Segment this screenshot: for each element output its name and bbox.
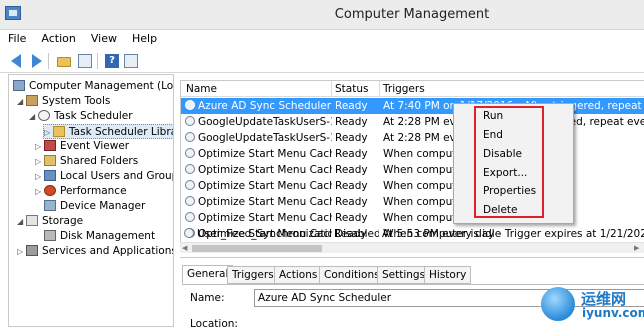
table-row[interactable]: GoogleUpdateTaskUserS-1... Ready At 2:28…	[181, 130, 644, 146]
table-row[interactable]: Optimize Start Menu Cach... Ready When c…	[181, 194, 644, 210]
folder-icon	[53, 126, 65, 137]
show-hide-console-tree-icon[interactable]	[77, 53, 93, 69]
expanded-arrow-icon[interactable]: ◢	[17, 214, 26, 229]
tree-item-event-viewer[interactable]: ▷ Event Viewer	[35, 139, 129, 154]
window-title: Computer Management	[334, 7, 490, 22]
expanded-arrow-icon[interactable]: ◢	[29, 109, 38, 124]
horizontal-scrollbar[interactable]: ◀ ▶	[180, 242, 644, 253]
users-icon	[44, 170, 56, 181]
services-icon	[26, 245, 38, 256]
up-folder-icon[interactable]	[56, 53, 72, 69]
table-header: Name Status Triggers	[181, 81, 644, 97]
task-icon	[185, 196, 195, 206]
name-label: Name:	[190, 292, 225, 304]
column-header-name[interactable]: Name	[186, 83, 217, 95]
watermark-logo-icon	[541, 287, 575, 321]
task-icon	[185, 116, 195, 126]
device-icon	[44, 200, 56, 211]
tree-item-local-users-groups[interactable]: ▷ Local Users and Groups	[35, 169, 173, 184]
tree-item-disk-management[interactable]: Disk Management	[44, 229, 155, 244]
menu-help[interactable]: Help	[124, 30, 164, 45]
event-log-icon	[44, 140, 56, 151]
tree-item-services-applications[interactable]: ▷ Services and Applications	[17, 244, 173, 259]
task-icon	[185, 100, 195, 110]
tab-settings[interactable]: Settings	[377, 266, 431, 284]
table-row[interactable]: Azure AD Sync Scheduler Ready At 7:40 PM…	[181, 98, 644, 114]
tree-item-computer-management[interactable]: Computer Management (Local	[13, 79, 173, 94]
tab-triggers[interactable]: Triggers	[227, 266, 279, 284]
menu-file[interactable]: File	[0, 30, 33, 45]
collapsed-arrow-icon[interactable]: ▷	[35, 184, 44, 199]
forward-arrow-icon[interactable]	[28, 53, 44, 69]
menu-bar: File Action View Help	[0, 30, 644, 49]
red-highlight-box	[474, 106, 544, 218]
table-row[interactable]: Optimize Start Menu Cach... Ready When c…	[181, 146, 644, 162]
table-row[interactable]: GoogleUpdateTaskUserS-1... Ready At 2:28…	[181, 114, 644, 130]
task-icon	[185, 212, 195, 222]
tree-item-system-tools[interactable]: ◢ System Tools	[17, 94, 110, 109]
scroll-left-arrow-icon[interactable]: ◀	[182, 244, 187, 252]
help-icon[interactable]: ?	[104, 53, 120, 69]
column-header-triggers[interactable]: Triggers	[383, 83, 425, 95]
back-arrow-icon[interactable]	[9, 53, 25, 69]
console-tree: Computer Management (Local ◢ System Tools…	[8, 74, 174, 327]
tab-general[interactable]: General	[182, 265, 234, 284]
menu-view[interactable]: View	[83, 30, 124, 45]
tree-item-storage[interactable]: ◢ Storage	[17, 214, 83, 229]
table-row[interactable]: User_Feed_Synchronizatio... Ready At 5:5…	[180, 226, 644, 242]
collapsed-arrow-icon[interactable]: ▷	[17, 244, 26, 259]
watermark: 运维网 iyunv.com	[541, 284, 644, 327]
collapsed-arrow-icon[interactable]: ▷	[35, 139, 44, 154]
scrollbar-thumb[interactable]	[192, 245, 322, 252]
toolbar: ?	[0, 49, 644, 73]
clock-icon	[38, 110, 50, 121]
menu-action[interactable]: Action	[33, 30, 82, 45]
task-icon	[185, 164, 195, 174]
task-icon	[185, 148, 195, 158]
tree-item-device-manager[interactable]: Device Manager	[44, 199, 145, 214]
computer-icon	[13, 80, 25, 91]
expanded-arrow-icon[interactable]: ◢	[17, 94, 26, 109]
tree-item-shared-folders[interactable]: ▷ Shared Folders	[35, 154, 138, 169]
disk-icon	[44, 230, 56, 241]
collapsed-arrow-icon[interactable]: ▷	[35, 154, 44, 169]
table-row[interactable]: Optimize Start Menu Cach... Ready When c…	[181, 210, 644, 226]
location-label: Location:	[190, 318, 238, 330]
performance-icon	[44, 185, 56, 196]
toolbar-divider	[48, 53, 49, 69]
tab-actions[interactable]: Actions	[274, 266, 323, 284]
table-row[interactable]: Optimize Start Menu Cach... Ready When c…	[181, 162, 644, 178]
task-icon	[185, 180, 195, 190]
title-bar: Computer Management	[0, 0, 644, 30]
tree-item-performance[interactable]: ▷ Performance	[35, 184, 127, 199]
tab-history[interactable]: History	[424, 266, 472, 284]
column-divider[interactable]	[379, 81, 380, 97]
collapsed-arrow-icon[interactable]: ▷	[35, 169, 44, 184]
column-header-status[interactable]: Status	[335, 83, 368, 95]
scroll-right-arrow-icon[interactable]: ▶	[634, 244, 639, 252]
action-pane-icon[interactable]	[123, 53, 139, 69]
storage-icon	[26, 215, 38, 226]
watermark-url: iyunv.com	[582, 306, 644, 320]
collapsed-arrow-icon[interactable]: ▷	[44, 125, 53, 140]
tree-item-task-scheduler[interactable]: ◢ Task Scheduler	[29, 109, 133, 124]
task-icon	[185, 132, 195, 142]
task-icon	[184, 228, 194, 238]
toolbar-divider	[97, 53, 98, 69]
column-divider[interactable]	[331, 81, 332, 97]
table-row[interactable]: Optimize Start Menu Cach... Ready When c…	[181, 178, 644, 194]
tools-icon	[26, 95, 38, 106]
tree-item-task-scheduler-library[interactable]: ▷ Task Scheduler Libra	[43, 124, 173, 140]
shared-folder-icon	[44, 155, 56, 166]
task-list: Name Status Triggers Azure AD Sync Sched…	[180, 80, 644, 248]
tab-conditions[interactable]: Conditions	[319, 266, 385, 284]
